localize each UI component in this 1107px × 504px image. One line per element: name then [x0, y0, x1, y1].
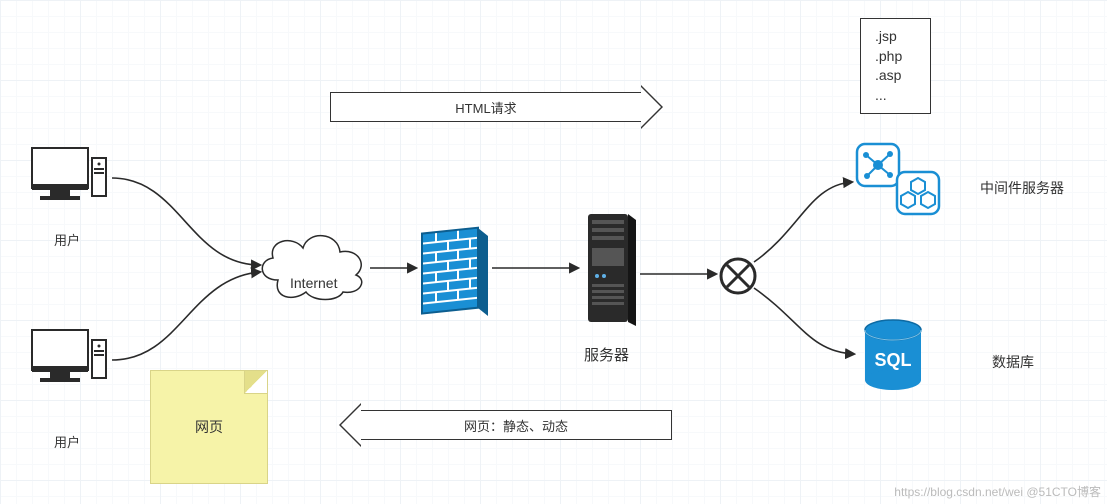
watermark: https://blog.csdn.net/wei @51CTO博客 — [894, 483, 1101, 500]
connectors — [0, 0, 1107, 504]
